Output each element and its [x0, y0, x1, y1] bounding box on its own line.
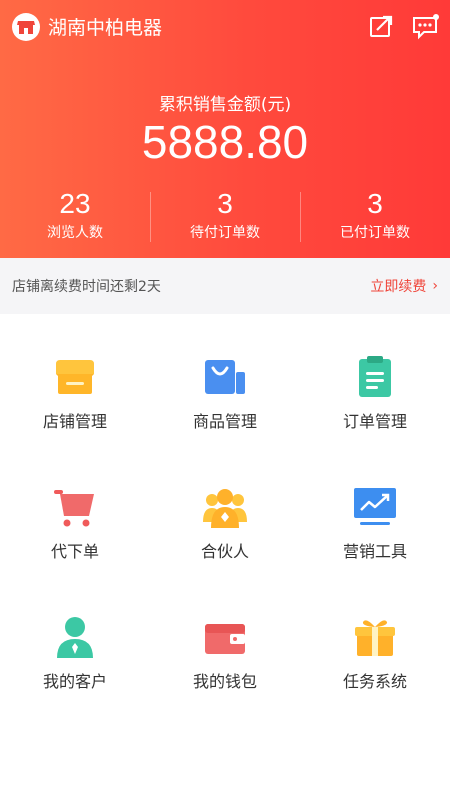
stat-value: 3	[367, 188, 383, 219]
cart-icon	[54, 490, 94, 527]
store-avatar[interactable]	[12, 13, 40, 41]
stat-paid-orders[interactable]: 3 已付订单数	[300, 186, 450, 248]
menu-label: 营销工具	[342, 542, 407, 561]
top-bar: 湖南中柏电器	[0, 0, 450, 56]
menu-store-management[interactable]: 店铺管理	[0, 314, 150, 444]
store-logo-icon	[17, 21, 35, 34]
menu-order-management[interactable]: 订单管理	[300, 314, 450, 444]
stat-pending-orders[interactable]: 3 待付订单数	[150, 186, 300, 248]
menu-marketing-tools[interactable]: 营销工具	[300, 444, 450, 574]
menu-place-order[interactable]: 代下单	[0, 444, 150, 574]
menu-label: 我的客户	[42, 672, 107, 691]
menu-label: 合伙人	[200, 542, 249, 561]
message-icon[interactable]	[412, 14, 439, 40]
wallet-icon	[205, 624, 245, 654]
menu-label: 任务系统	[342, 672, 407, 691]
feature-grid-row: 代下单 合伙人 营销工具	[0, 444, 450, 574]
stat-label: 已付订单数	[340, 225, 410, 241]
partners-icon	[203, 489, 247, 528]
menu-task-system[interactable]: 任务系统	[300, 574, 450, 704]
renew-now-label: 立即续费	[370, 279, 427, 295]
store-name: 湖南中柏电器	[48, 17, 163, 39]
menu-partners[interactable]: 合伙人	[150, 444, 300, 574]
renew-now-link[interactable]: 立即续费 ›	[370, 276, 438, 296]
stats-row: 23 浏览人数 3 待付订单数 3 已付订单数	[0, 186, 450, 248]
clipboard-icon	[359, 356, 391, 397]
menu-my-wallet[interactable]: 我的钱包	[150, 574, 300, 704]
menu-my-customers[interactable]: 我的客户	[0, 574, 150, 704]
menu-label: 商品管理	[192, 412, 257, 431]
shopping-bag-icon	[205, 360, 245, 394]
total-sales-label: 累积销售金额(元)	[158, 95, 292, 115]
customer-icon	[57, 617, 93, 658]
stat-label: 待付订单数	[190, 225, 260, 241]
chevron-right-icon: ›	[432, 278, 438, 294]
menu-label: 代下单	[50, 542, 99, 561]
store-icon	[56, 360, 94, 394]
menu-label: 我的钱包	[192, 672, 257, 691]
stat-visitors[interactable]: 23 浏览人数	[0, 186, 150, 248]
stat-label: 浏览人数	[47, 225, 103, 241]
stat-value: 23	[59, 188, 91, 219]
feature-grid-row: 店铺管理 商品管理 订单管理	[0, 314, 450, 444]
feature-grid-row: 我的客户 我的钱包 任务系统	[0, 574, 450, 704]
feature-grid: 店铺管理 商品管理 订单管理 代下单 合伙人 营销工具 我的客户 我的钱包 任务…	[0, 314, 450, 704]
menu-label: 店铺管理	[42, 412, 107, 431]
monitor-chart-icon	[354, 488, 396, 525]
menu-product-management[interactable]: 商品管理	[150, 314, 300, 444]
stat-value: 3	[217, 188, 233, 219]
edit-share-icon[interactable]	[368, 14, 394, 40]
renew-notice-text: 店铺离续费时间还剩2天	[12, 279, 161, 295]
renew-notice-bar: 店铺离续费时间还剩2天 立即续费 ›	[0, 258, 450, 314]
gift-icon	[355, 620, 395, 656]
total-sales-value: 5888.80	[141, 116, 309, 168]
menu-label: 订单管理	[342, 412, 407, 431]
dashboard-header: 湖南中柏电器 累积销售金额(元) 5888.80 23 浏览人数 3 待付订单数…	[0, 0, 450, 258]
